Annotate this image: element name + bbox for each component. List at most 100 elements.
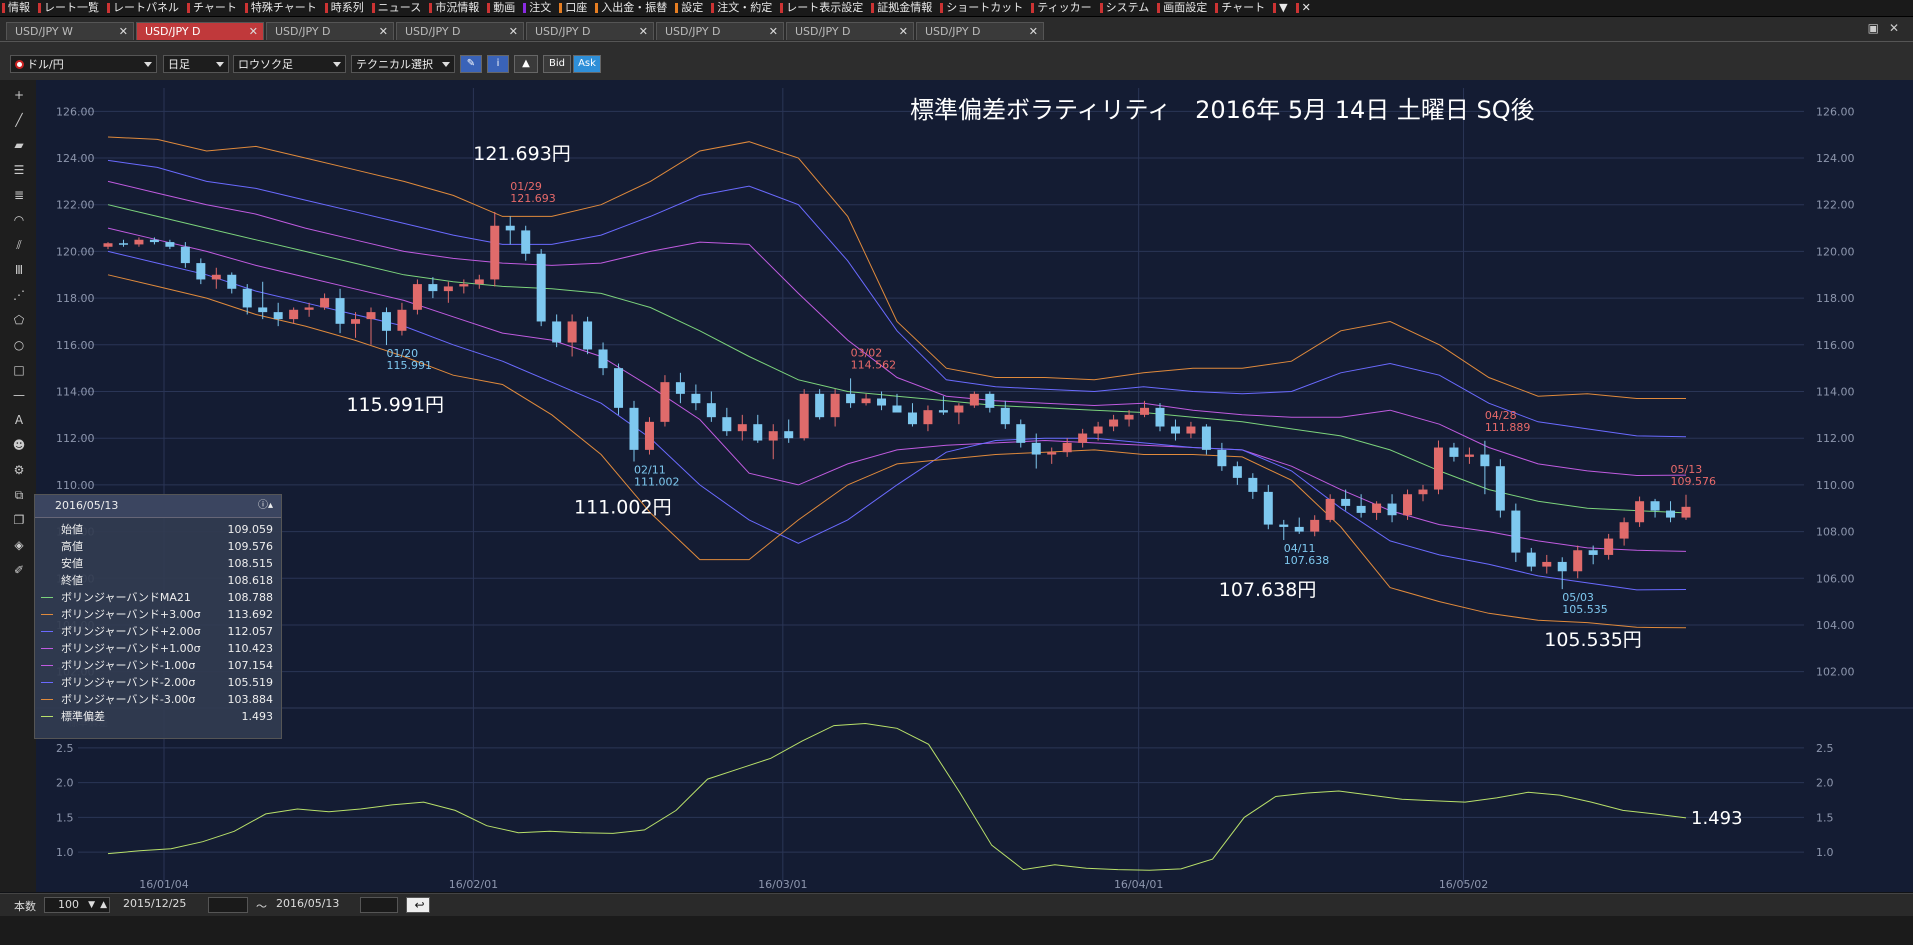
data-window-label: ボリンジャーバンド+1.00σ: [61, 642, 201, 655]
menu-item[interactable]: チャート: [185, 0, 243, 16]
date-to-value: 2016/05/13: [276, 897, 340, 910]
bollinger-band-m3: [107, 274, 1687, 629]
menu-item[interactable]: 注文: [521, 0, 557, 16]
tab-close-icon[interactable]: ✕: [769, 23, 778, 41]
menu-item[interactable]: 画面設定: [1155, 0, 1213, 16]
tab-usdjpy[interactable]: USD/JPY D ✕: [656, 22, 784, 40]
refresh-button[interactable]: ↩: [406, 897, 430, 913]
tab-usdjpy[interactable]: USD/JPY D ✕: [266, 22, 394, 40]
bollinger-band-m2: [107, 250, 1687, 591]
date-to-picker[interactable]: [360, 897, 398, 913]
tab-close-icon[interactable]: ✕: [1029, 23, 1038, 41]
maximize-icon[interactable]: ▣: [1868, 21, 1879, 35]
price-tick-right: 116.00: [1816, 339, 1855, 352]
ask-button[interactable]: Ask: [573, 55, 601, 73]
copy-icon[interactable]: ⧉: [10, 486, 28, 504]
candle-body: [1387, 503, 1397, 516]
tab-usdjpy[interactable]: USD/JPY D ✕: [396, 22, 524, 40]
chart-area[interactable]: 126.00 126.00 124.00 124.00 122.00 122.00 120.…: [36, 80, 1913, 892]
data-window-label: ボリンジャーバンド+3.00σ: [61, 608, 201, 621]
menu-item[interactable]: 入出金・振替: [593, 0, 673, 16]
tab-close-icon[interactable]: ✕: [379, 23, 388, 41]
technical-select[interactable]: テクニカル選択: [351, 55, 455, 73]
menu-item[interactable]: 情報: [0, 0, 36, 16]
date-to[interactable]: 2016/05/13: [273, 897, 353, 913]
pitchfork-icon[interactable]: ⋰: [10, 286, 28, 304]
price-annotation: 107.638円: [1219, 579, 1317, 601]
data-window-value: 110.423: [227, 642, 274, 655]
bottom-bar: 本数 100 ▼ ▲ 2015/12/25 〜 2016/05/13 ↩: [0, 893, 1913, 916]
mountain-chart-icon[interactable]: ▲: [514, 55, 538, 73]
close-icon[interactable]: ✕: [1889, 21, 1899, 35]
menu-item[interactable]: 口座: [557, 0, 593, 16]
data-window-row: ボリンジャーバンド+1.00σ 110.423: [41, 640, 273, 657]
tab-close-icon[interactable]: ✕: [509, 23, 518, 41]
hlines-icon[interactable]: ☰: [10, 161, 28, 179]
tab-usdjpy[interactable]: USD/JPY D ✕: [526, 22, 654, 40]
vlines-icon[interactable]: Ⅲ: [10, 261, 28, 279]
bid-button[interactable]: Bid: [543, 55, 571, 73]
price-tick-right: 108.00: [1816, 526, 1855, 539]
text-icon[interactable]: A: [10, 411, 28, 429]
tab-usdjpy[interactable]: USD/JPY W ✕: [6, 22, 134, 40]
emoji-icon[interactable]: ☻: [10, 436, 28, 454]
fan-icon[interactable]: ◠: [10, 211, 28, 229]
chart-svg[interactable]: 126.00 126.00 124.00 124.00 122.00 122.00 120.…: [36, 80, 1913, 892]
info-collapse-icon[interactable]: ⓘ▴: [258, 495, 273, 517]
tab-usdjpy[interactable]: USD/JPY D ✕: [916, 22, 1044, 40]
menu-item[interactable]: レート表示設定: [778, 0, 869, 16]
menu-item[interactable]: 時系列: [323, 0, 370, 16]
crosshair-icon[interactable]: +: [10, 86, 28, 104]
menu-item[interactable]: チャート: [1213, 0, 1271, 16]
menu-item[interactable]: 注文・約定: [709, 0, 778, 16]
tab-usdjpy[interactable]: USD/JPY D ✕: [136, 22, 264, 40]
pen-icon[interactable]: ✎: [460, 55, 482, 73]
channel-icon[interactable]: ⫽: [10, 236, 28, 254]
currency-pair-select[interactable]: ドル/円: [10, 55, 157, 73]
menu-item[interactable]: 設定: [673, 0, 709, 16]
menu-item[interactable]: ティッカー: [1029, 0, 1097, 16]
candle-body: [938, 410, 948, 413]
tab-close-icon[interactable]: ✕: [899, 23, 908, 41]
chart-type-select[interactable]: ロウソク足: [233, 55, 346, 73]
tab-close-icon[interactable]: ✕: [249, 23, 258, 41]
menu-item[interactable]: レートパネル: [105, 0, 185, 16]
menu-item[interactable]: ニュース: [370, 0, 427, 16]
clear-icon[interactable]: ✐: [10, 561, 28, 579]
menu-item[interactable]: 動画: [485, 0, 521, 16]
period-select[interactable]: 日足: [163, 55, 229, 73]
price-annotation: 121.693: [510, 192, 556, 205]
date-from[interactable]: 2015/12/25: [120, 897, 200, 913]
menu-item[interactable]: ショートカット: [938, 0, 1029, 16]
tab-close-icon[interactable]: ✕: [639, 23, 648, 41]
candle-body: [1201, 426, 1211, 450]
chevron-down-icon[interactable]: ▼: [88, 898, 95, 912]
menu-item[interactable]: 証拠金情報: [869, 0, 938, 16]
tab-usdjpy[interactable]: USD/JPY D ✕: [786, 22, 914, 40]
circle-icon[interactable]: ○: [10, 336, 28, 354]
menu-item[interactable]: レート一覧: [36, 0, 105, 16]
menu-item[interactable]: ▼: [1271, 0, 1293, 16]
hline-icon[interactable]: —: [10, 386, 28, 404]
date-from-picker[interactable]: [208, 897, 248, 913]
settings-icon[interactable]: ⚙: [10, 461, 28, 479]
rectangle-icon[interactable]: □: [10, 361, 28, 379]
trendline-icon[interactable]: ╱: [10, 111, 28, 129]
menu-item[interactable]: 市況情報: [427, 0, 485, 16]
count-input[interactable]: 100 ▼ ▲: [44, 897, 110, 913]
data-window-value: 105.519: [227, 676, 274, 689]
menu-item[interactable]: 特殊チャート: [243, 0, 323, 16]
chevron-up-icon[interactable]: ▲: [100, 898, 107, 912]
eraser-icon[interactable]: ◈: [10, 536, 28, 554]
menu-item[interactable]: ✕: [1294, 0, 1317, 16]
menu-item[interactable]: システム: [1098, 0, 1156, 16]
pentagon-icon[interactable]: ⬠: [10, 311, 28, 329]
paste-icon[interactable]: ❐: [10, 511, 28, 529]
info-icon[interactable]: i: [487, 55, 509, 73]
data-window-value: 113.692: [227, 608, 274, 621]
tab-close-icon[interactable]: ✕: [119, 23, 128, 41]
ruler-icon[interactable]: ▰: [10, 136, 28, 154]
candle-body: [103, 243, 113, 247]
fibonacci-icon[interactable]: ≣: [10, 186, 28, 204]
candle-body: [1557, 561, 1567, 572]
